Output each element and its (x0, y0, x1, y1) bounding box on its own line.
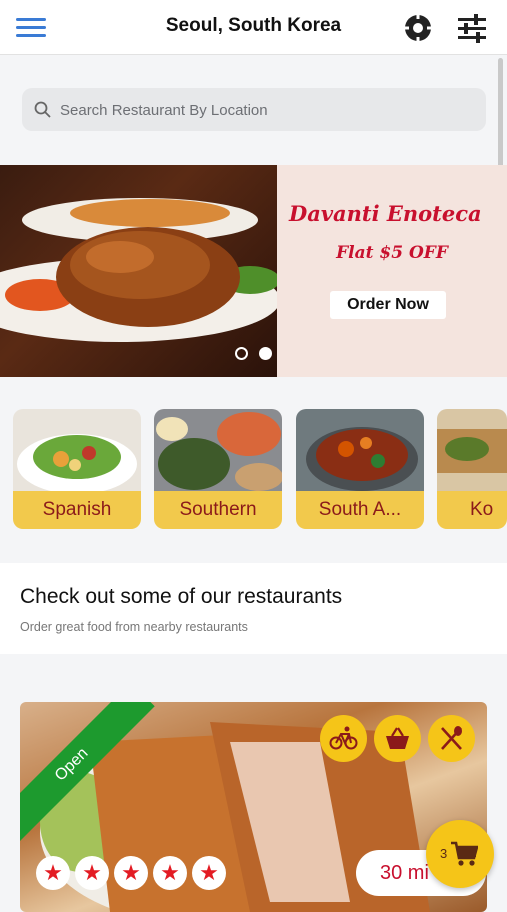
basket-icon (386, 727, 409, 749)
delivery-bicycle-button[interactable] (320, 715, 367, 762)
category-card-southern[interactable]: Southern (154, 409, 282, 529)
star-icon: ★ (36, 856, 70, 890)
section-subtitle: Order great food from nearby restaurants (20, 620, 248, 634)
section-title: Check out some of our restaurants (20, 585, 343, 608)
restaurant-card[interactable]: Open ★ ★ ★ ★ ★ 30 mi (20, 702, 487, 912)
bicycle-icon (329, 726, 358, 750)
locate-icon[interactable] (402, 12, 434, 44)
restaurants-section-header: Check out some of our restaurants Order … (0, 563, 507, 654)
promo-offer-text: Flat $5 OFF (336, 243, 448, 263)
category-label: Southern (154, 491, 282, 529)
star-icon: ★ (192, 856, 226, 890)
rating-stars: ★ ★ ★ ★ ★ (36, 856, 231, 890)
banner-promo-panel: Davanti Enoteca Flat $5 OFF Order Now (277, 165, 507, 377)
star-icon: ★ (114, 856, 148, 890)
cart-button[interactable]: 3 (426, 820, 494, 888)
category-image (13, 409, 141, 492)
category-image (437, 409, 507, 492)
banner-food-image (0, 165, 277, 377)
promo-restaurant-name: Davanti Enoteca (289, 201, 482, 226)
order-now-button[interactable]: Order Now (330, 291, 446, 319)
category-label: Ko (437, 491, 507, 529)
search-input[interactable] (58, 88, 472, 133)
category-label: Spanish (13, 491, 141, 529)
star-icon: ★ (153, 856, 187, 890)
sliders-icon[interactable] (456, 12, 488, 44)
promo-banner[interactable]: Davanti Enoteca Flat $5 OFF Order Now (0, 165, 507, 377)
top-bar: Seoul, South Korea (0, 0, 507, 55)
carousel-dot-1[interactable] (235, 347, 248, 360)
category-label: South A... (296, 491, 424, 529)
search-icon (34, 101, 51, 118)
category-card-south-american[interactable]: South A... (296, 409, 424, 529)
cart-icon (451, 841, 478, 866)
category-image (296, 409, 424, 492)
pickup-basket-button[interactable] (374, 715, 421, 762)
category-carousel: Spanish Southern South A... Ko (0, 378, 507, 563)
carousel-dot-2-active[interactable] (259, 347, 272, 360)
category-image (154, 409, 282, 492)
category-card-spanish[interactable]: Spanish (13, 409, 141, 529)
star-icon: ★ (75, 856, 109, 890)
cart-count: 3 (440, 846, 448, 861)
utensils-icon (441, 726, 462, 750)
search-bar (22, 88, 486, 133)
category-card-korean[interactable]: Ko (437, 409, 507, 529)
dine-in-button[interactable] (428, 715, 475, 762)
